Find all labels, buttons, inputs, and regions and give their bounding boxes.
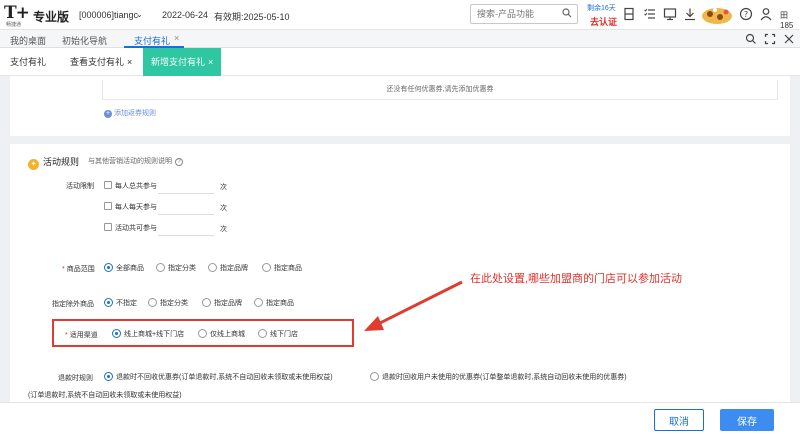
unit-label: 次 xyxy=(220,205,227,212)
close-icon[interactable]: × xyxy=(208,57,213,67)
scope-brand[interactable]: 指定品牌 xyxy=(208,263,248,273)
exclude-none[interactable]: 不指定 xyxy=(104,298,137,308)
radio[interactable] xyxy=(258,329,267,338)
radio[interactable] xyxy=(156,263,165,272)
required-mark: * xyxy=(65,332,68,339)
channel-offline-store[interactable]: 线下门店 xyxy=(258,329,298,339)
remaining-days: 剩余16天 xyxy=(587,5,616,12)
close-icon[interactable]: × xyxy=(127,57,132,67)
radio[interactable] xyxy=(104,372,113,381)
footer-bar: 取消 保存 xyxy=(0,402,800,434)
user-count: 田185 xyxy=(780,11,794,30)
radio[interactable] xyxy=(370,372,379,381)
subtab-payment-gift[interactable]: 支付有礼 xyxy=(2,48,54,76)
close-icon[interactable]: × xyxy=(174,33,179,43)
refund-no-recall[interactable]: 退款时不回收优惠券(订单退款时,系统不自动回收未领取或未使用权益) xyxy=(104,372,333,382)
scope-category[interactable]: 指定分类 xyxy=(156,263,196,273)
radio[interactable] xyxy=(112,329,121,338)
exclude-product[interactable]: 指定商品 xyxy=(254,298,294,308)
scope-label: * 商品范围 xyxy=(62,266,95,273)
unit-label: 次 xyxy=(220,226,227,233)
nav-bar: 我的桌面 初始化导航 支付有礼 × xyxy=(0,30,800,48)
task-list-icon[interactable] xyxy=(643,7,657,21)
rule-icon: ✦ xyxy=(28,159,39,170)
form-content: 还没有任何优惠券,请先添加优惠券 + 添加返券规则 ✦ 活动规则 与其他营销活动的规… xyxy=(10,76,790,402)
limit-total-input[interactable] xyxy=(158,178,214,194)
limit-option-daily[interactable]: 每人每天参与 xyxy=(104,202,157,212)
expiry-date: 有效期:2025-05-10 xyxy=(214,12,290,22)
user-icon[interactable] xyxy=(759,7,773,21)
download-icon[interactable] xyxy=(683,7,697,21)
radio[interactable] xyxy=(262,263,271,272)
top-bar: T+ 畅捷通 专业版 [000006]tiangc ⌄ 2022-06-24 有… xyxy=(0,0,800,30)
app-logo[interactable]: T+ xyxy=(4,3,30,23)
users-icon: 田 xyxy=(780,11,788,20)
account-selector[interactable]: [000006]tiangc xyxy=(79,10,138,20)
help-icon[interactable]: ? xyxy=(175,158,183,166)
exclude-label: 指定除外商品 xyxy=(52,301,94,308)
tab-init-guide[interactable]: 初始化导航 xyxy=(62,34,107,47)
exclude-category[interactable]: 指定分类 xyxy=(148,298,188,308)
radio[interactable] xyxy=(208,263,217,272)
exclude-brand[interactable]: 指定品牌 xyxy=(202,298,242,308)
coupon-empty-placeholder: 还没有任何优惠券,请先添加优惠券 xyxy=(102,80,778,100)
svg-text:?: ? xyxy=(744,10,748,19)
scope-product[interactable]: 指定商品 xyxy=(262,263,302,273)
close-all-icon[interactable] xyxy=(783,33,795,45)
unit-label: 次 xyxy=(220,184,227,191)
logo-subtitle: 畅捷通 xyxy=(6,22,22,28)
refund-label: 退款时规则 xyxy=(58,375,93,382)
search-icon[interactable] xyxy=(562,8,572,18)
limit-daily-input[interactable] xyxy=(158,199,214,215)
required-mark: * xyxy=(62,266,65,273)
radio[interactable] xyxy=(104,263,113,272)
plus-icon: + xyxy=(104,110,112,118)
limit-activity-input[interactable] xyxy=(158,220,214,236)
annotation-text: 在此处设置,哪些加盟商的门店可以参加活动 xyxy=(470,273,683,285)
mascot-icon[interactable] xyxy=(700,3,734,25)
limit-label: 活动限制 xyxy=(66,183,94,190)
radio[interactable] xyxy=(198,329,207,338)
channel-label: * 适用渠道 xyxy=(65,332,98,339)
help-icon[interactable]: ? xyxy=(739,7,753,21)
refund-note: (订单退款时,系统不自动回收未领取或未使用权益) xyxy=(28,392,182,399)
channel-online-only[interactable]: 仅线上商城 xyxy=(198,329,245,339)
cancel-button[interactable]: 取消 xyxy=(654,409,704,431)
scope-all[interactable]: 全部商品 xyxy=(104,263,144,273)
login-date: 2022-06-24 xyxy=(162,10,209,20)
chevron-down-icon[interactable]: ⌄ xyxy=(136,10,143,19)
tab-my-desktop[interactable]: 我的桌面 xyxy=(10,34,46,47)
monitor-icon[interactable] xyxy=(663,7,677,21)
channel-online-offline[interactable]: 线上商城+线下门店 xyxy=(112,329,184,339)
search-icon[interactable] xyxy=(745,33,757,45)
document-icon[interactable] xyxy=(622,7,636,21)
limit-option-activity[interactable]: 活动共可参与 xyxy=(104,223,157,233)
edition-label: 专业版 xyxy=(33,10,70,24)
activity-rules-desc: 与其他营销活动的规则说明? xyxy=(88,156,183,166)
subtab-new-payment-gift[interactable]: 新增支付有礼 × xyxy=(143,48,222,76)
fullscreen-icon[interactable] xyxy=(764,33,776,45)
add-return-coupon-link[interactable]: + 添加返券规则 xyxy=(104,108,156,118)
subtab-view-payment-gift[interactable]: 查看支付有礼 × xyxy=(62,48,140,76)
section-divider xyxy=(10,136,790,144)
save-button[interactable]: 保存 xyxy=(720,409,774,431)
checkbox[interactable] xyxy=(104,181,112,189)
checkbox[interactable] xyxy=(104,223,112,231)
radio[interactable] xyxy=(104,298,113,307)
certify-link[interactable]: 去认证 xyxy=(590,15,617,28)
sub-tab-bar: 支付有礼 查看支付有礼 × 新增支付有礼 × xyxy=(0,48,800,76)
radio[interactable] xyxy=(202,298,211,307)
limit-option-total[interactable]: 每人总共参与 xyxy=(104,181,157,191)
radio[interactable] xyxy=(254,298,263,307)
radio[interactable] xyxy=(148,298,157,307)
refund-recall-unused[interactable]: 退款时回收用户未使用的优惠券(订单整单退款时,系统自动回收未使用的优惠券) xyxy=(370,372,627,382)
checkbox[interactable] xyxy=(104,202,112,210)
annotation-arrow xyxy=(364,280,463,331)
activity-rules-title: ✦ 活动规则 xyxy=(28,155,79,170)
